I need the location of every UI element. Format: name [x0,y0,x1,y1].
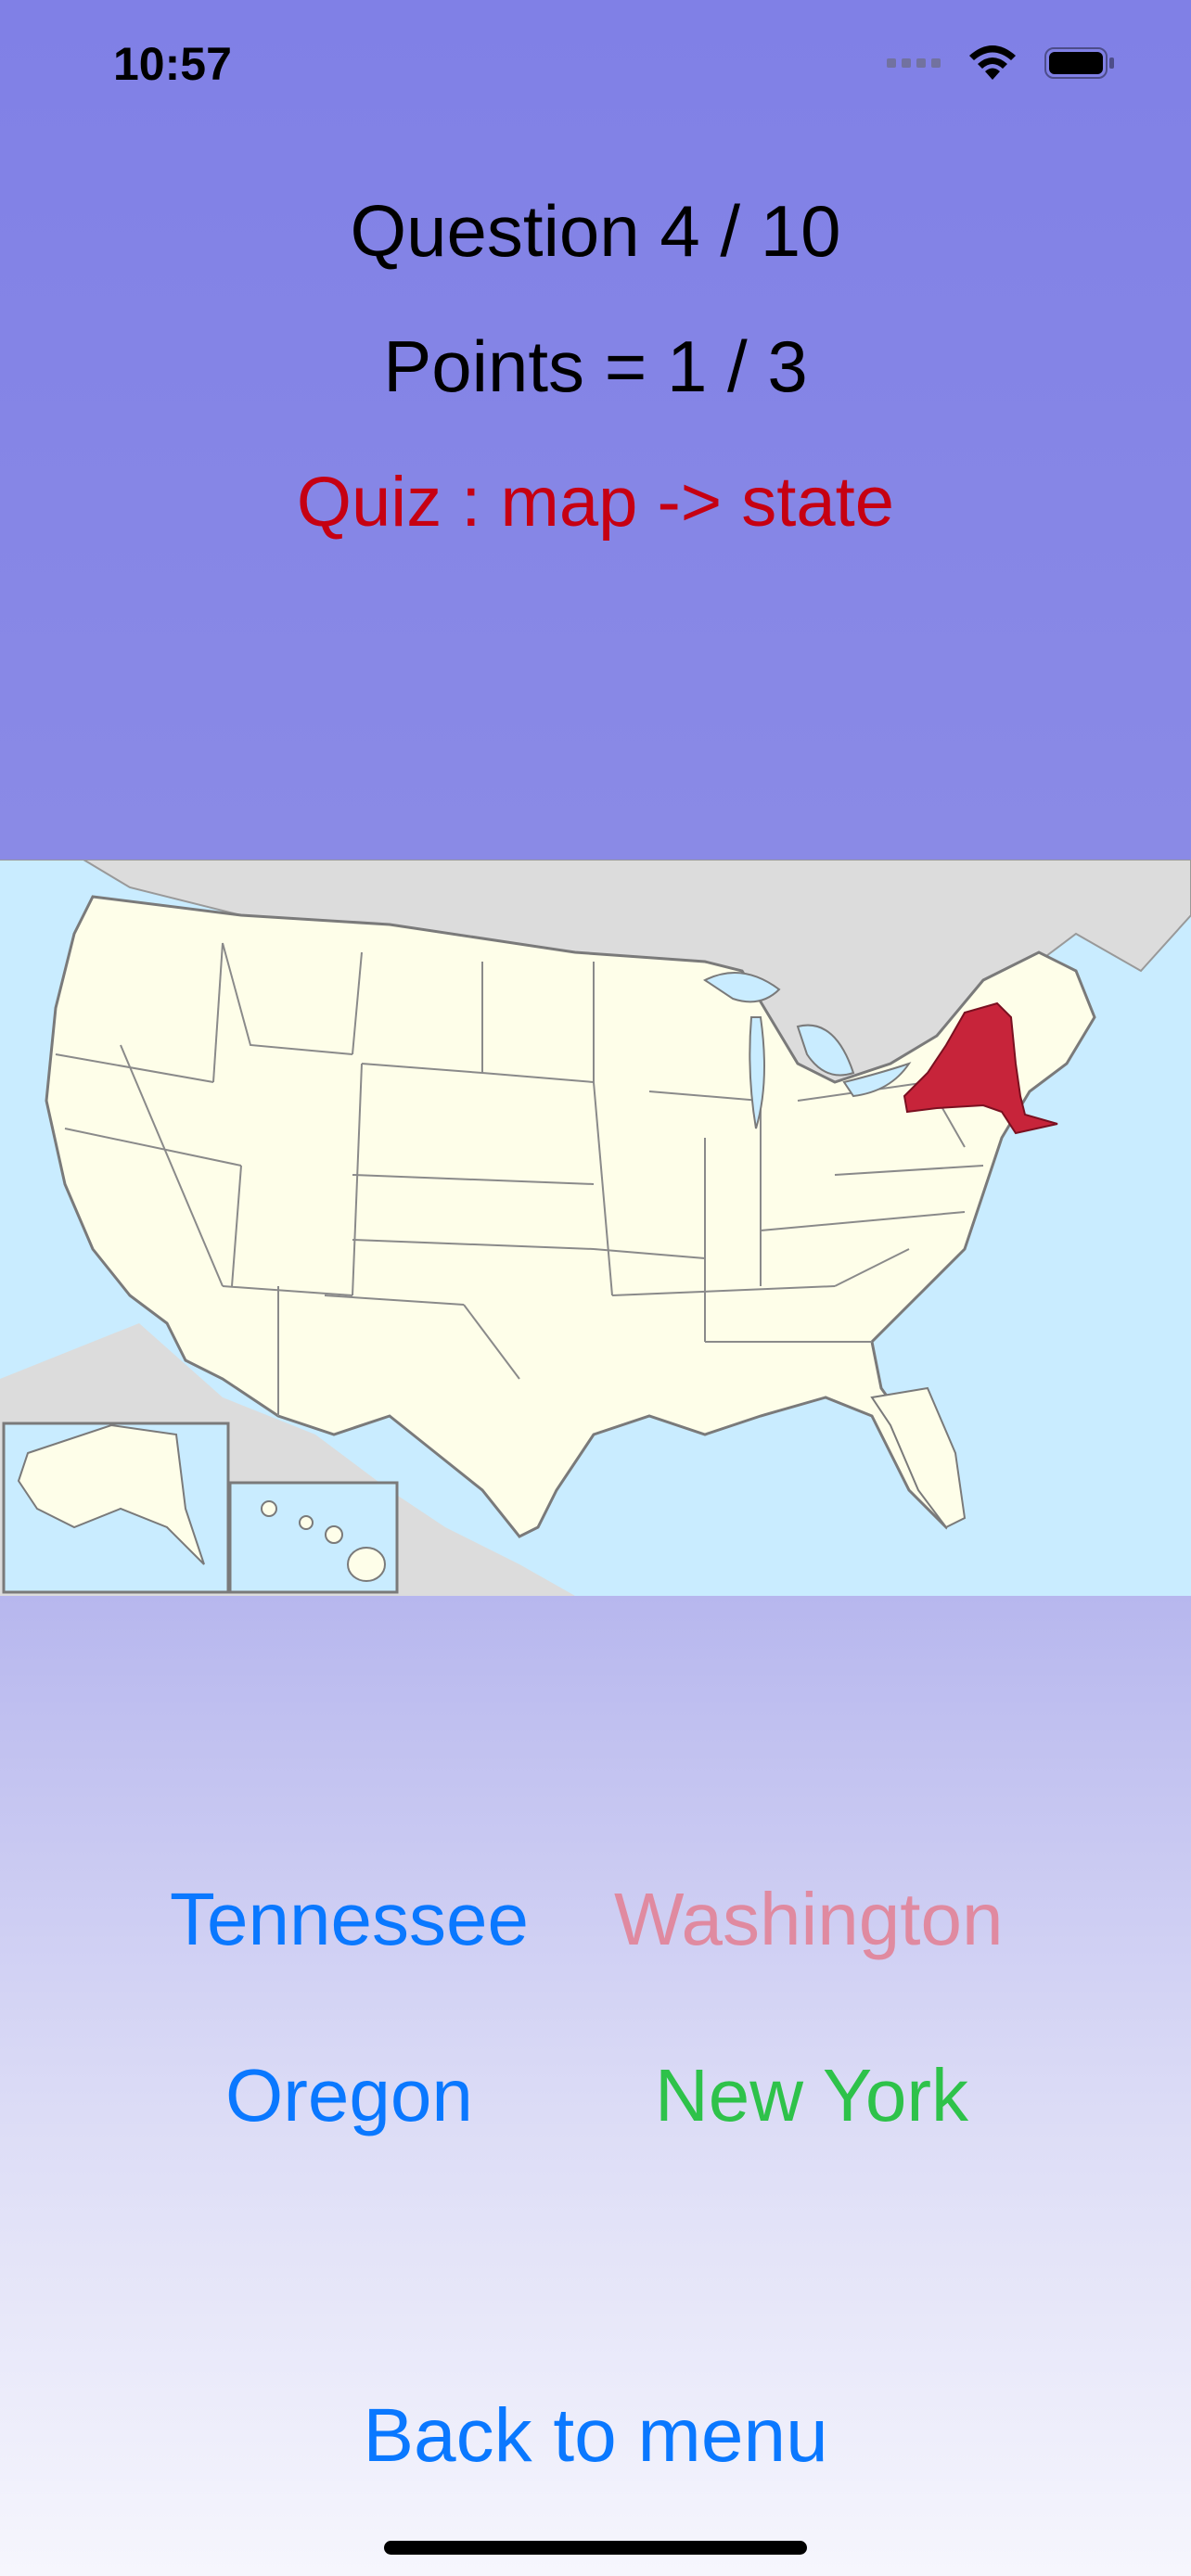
us-map [0,860,1191,1596]
back-to-menu-button[interactable]: Back to menu [0,2398,1191,2474]
answer-button-oregon[interactable]: Oregon [225,2059,473,2133]
quiz-header: Question 4 / 10 Points = 1 / 3 Quiz : ma… [0,195,1191,538]
points-counter: Points = 1 / 3 [383,325,808,407]
answer-button-tennessee[interactable]: Tennessee [170,1882,529,1957]
question-counter: Question 4 / 10 [350,190,841,272]
status-icons [887,45,1115,82]
battery-icon [1044,47,1114,79]
wifi-icon [969,45,1016,80]
signal-icon [887,58,941,68]
home-indicator[interactable] [384,2541,807,2555]
status-time: 10:57 [113,38,232,90]
answer-grid: Tennessee Washington Oregon New York [0,1873,1191,2133]
quiz-mode-label: Quiz : map -> state [296,463,895,542]
answer-button-new-york[interactable]: New York [655,2059,968,2133]
us-map-image [0,860,1191,1596]
answer-button-washington[interactable]: Washington [614,1882,1004,1957]
status-bar: 10:57 [0,0,1191,139]
